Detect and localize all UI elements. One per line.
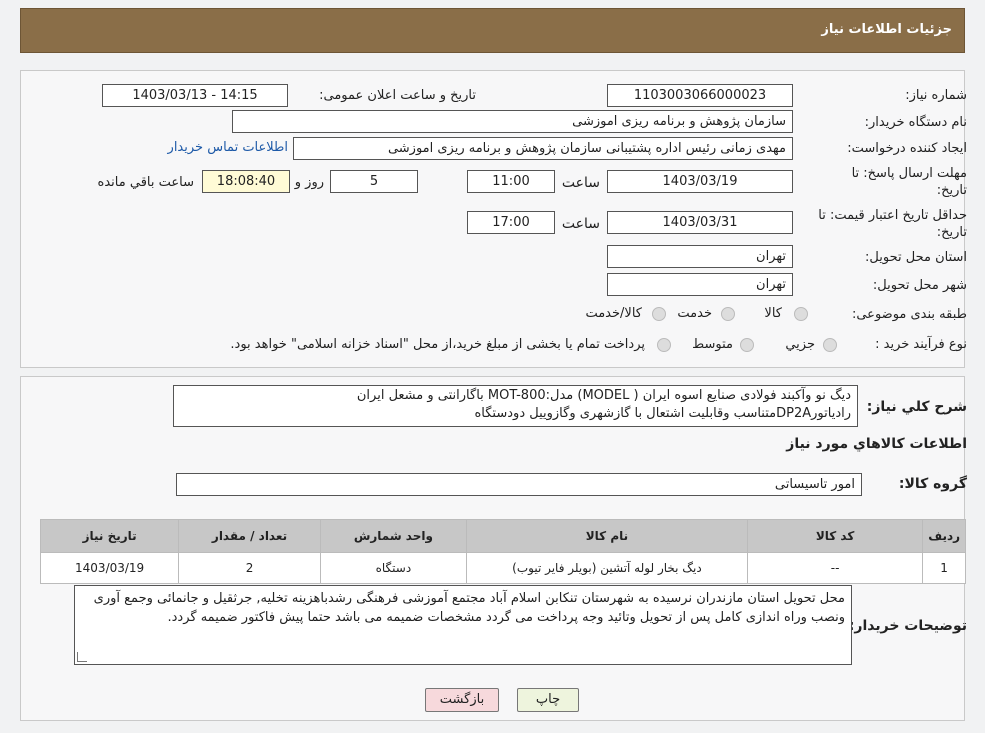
time-remaining-label: ساعت باقي مانده (97, 175, 194, 190)
radio-medium[interactable] (740, 338, 754, 352)
deadline-time-label: ساعت (561, 175, 600, 191)
buyer-contact-link[interactable]: اطلاعات تماس خریدار (168, 140, 288, 155)
requester-label: ایجاد کننده درخواست: (847, 141, 967, 156)
col-need-date: تاریخ نیاز (39, 519, 180, 553)
need-number-field: 1103003066000023 (607, 84, 793, 107)
radio-goods-service[interactable] (652, 307, 666, 321)
goods-group-field: امور تاسیساتی (176, 473, 862, 496)
cell-quantity: 2 (178, 552, 321, 584)
need-number-label: شماره نیاز: (905, 88, 967, 103)
days-remaining-field: 5 (330, 170, 418, 193)
radio-goods[interactable] (794, 307, 808, 321)
time-remaining-field: 18:08:40 (202, 170, 290, 193)
radio-medium-label: متوسط (692, 337, 733, 352)
goods-table: تاریخ نیاز تعداد / مقدار واحد شمارش نام … (39, 519, 966, 584)
cell-unit: دستگاه (319, 552, 467, 584)
validity-label-line1: حداقل تاریخ اعتبار قیمت: تا (818, 208, 967, 223)
summary-line-2: رادیاتورDP2Aمتناسب وقابلیت اشتعال با گاز… (474, 406, 851, 421)
buyer-notes-field: محل تحویل استان مازندران نرسیده به شهرست… (74, 585, 852, 665)
buyer-org-field: سازمان پژوهش و برنامه ریزی اموزشی (232, 110, 793, 133)
col-row: ردیف (922, 519, 966, 553)
summary-line-1: دیگ نو وآکبند فولادی صنایع اسوه ایران ( … (356, 388, 851, 403)
buyer-org-label: نام دستگاه خریدار: (864, 115, 967, 130)
goods-info-title: اطلاعات کالاهاي مورد نیاز (786, 436, 967, 452)
validity-time-field: 17:00 (467, 211, 555, 234)
goods-table-header: تاریخ نیاز تعداد / مقدار واحد شمارش نام … (39, 519, 966, 553)
radio-service[interactable] (721, 307, 735, 321)
deadline-label-line2: تاریخ: (936, 183, 967, 198)
days-label: روز و (294, 175, 324, 190)
validity-label: حداقل تاریخ اعتبار قیمت: تا تاریخ: (818, 207, 967, 241)
city-field: تهران (607, 273, 793, 296)
radio-partial-label: جزیي (785, 337, 815, 352)
col-unit: واحد شمارش (319, 519, 467, 553)
city-label: شهر محل تحویل: (872, 278, 967, 293)
print-button[interactable]: چاپ (517, 688, 579, 712)
province-label: استان محل تحویل: (865, 250, 967, 265)
buyer-notes-label: توضیحات خریدار: (848, 618, 967, 634)
radio-service-label: خدمت (677, 306, 712, 321)
process-label: نوع فرآیند خرید : (875, 337, 967, 352)
table-row: 1403/03/19 2 دستگاه دیگ بخار لوله آتشین … (39, 552, 966, 584)
validity-date-field: 1403/03/31 (607, 211, 793, 234)
radio-partial[interactable] (823, 338, 837, 352)
cell-row: 1 (922, 552, 966, 584)
cell-goods-name: دیگ بخار لوله آتشین (بویلر فایر تیوب) (465, 552, 748, 584)
summary-label: شرح کلي نیاز: (866, 399, 967, 415)
col-quantity: تعداد / مقدار (178, 519, 321, 553)
validity-label-line2: تاریخ: (936, 225, 967, 240)
process-note: پرداخت تمام یا بخشی از مبلغ خرید،از محل … (230, 337, 645, 352)
back-button[interactable]: بازگشت (425, 688, 499, 712)
page-title: جزئیات اطلاعات نیاز (821, 22, 952, 37)
page-header: جزئیات اطلاعات نیاز (20, 8, 965, 53)
deadline-date-field: 1403/03/19 (607, 170, 793, 193)
requester-field: مهدی زمانی رئیس اداره پشتیبانی سازمان پژ… (293, 137, 793, 160)
validity-time-label: ساعت (561, 216, 600, 232)
province-field: تهران (607, 245, 793, 268)
summary-field: دیگ نو وآکبند فولادی صنایع اسوه ایران ( … (173, 385, 858, 427)
col-goods-name: نام کالا (465, 519, 748, 553)
goods-group-label: گروه کالا: (898, 476, 967, 492)
deadline-label: مهلت ارسال پاسخ: تا تاریخ: (852, 165, 967, 199)
category-label: طبقه بندی موضوعی: (851, 307, 967, 322)
cell-goods-code: -- (746, 552, 924, 584)
deadline-time-field: 11:00 (467, 170, 555, 193)
announce-label: تاریخ و ساعت اعلان عمومی: (319, 88, 476, 103)
radio-treasury[interactable] (657, 338, 671, 352)
col-goods-code: کد کالا (746, 519, 924, 553)
cell-need-date: 1403/03/19 (39, 552, 180, 584)
radio-goods-service-label: کالا/خدمت (585, 306, 642, 321)
buyer-notes-text: محل تحویل استان مازندران نرسیده به شهرست… (93, 591, 845, 625)
deadline-label-line1: مهلت ارسال پاسخ: تا (851, 166, 967, 181)
announce-field: 1403/03/13 - 14:15 (102, 84, 288, 107)
resize-grip-icon[interactable] (77, 652, 87, 662)
radio-goods-label: کالا (764, 306, 782, 321)
